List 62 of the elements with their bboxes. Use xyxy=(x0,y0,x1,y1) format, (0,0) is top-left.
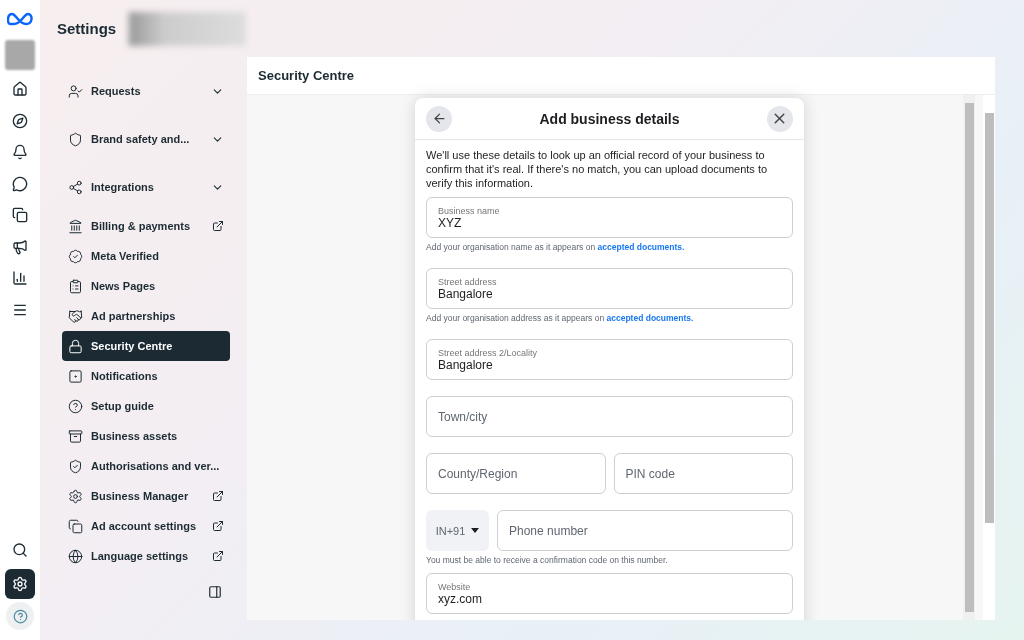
help-text: Add your organisation name as it appears on accepted documents. xyxy=(426,242,686,252)
text-field[interactable]: Website xyz.com xyxy=(426,573,793,614)
sidebar-item[interactable]: Notifications xyxy=(62,361,230,391)
archive-icon xyxy=(68,428,83,444)
external-link-icon xyxy=(212,550,224,562)
close-button[interactable] xyxy=(767,105,793,132)
text-field[interactable]: Town/city xyxy=(426,396,793,437)
help-button[interactable] xyxy=(6,602,34,630)
sidebar-item[interactable]: Business assets xyxy=(62,421,230,451)
help-icon xyxy=(12,608,28,624)
globe-icon xyxy=(68,548,83,564)
sidebar-item[interactable]: Security Centre xyxy=(62,331,230,361)
scrollbar[interactable] xyxy=(963,95,975,620)
external-link-icon xyxy=(212,220,224,232)
sidebar-item[interactable]: Authorisations and ver... xyxy=(62,451,230,481)
network-icon xyxy=(68,179,83,195)
clipboard-icon xyxy=(68,278,83,294)
text-field[interactable]: PIN code xyxy=(613,453,793,494)
sidebar-item[interactable]: Ad partnerships xyxy=(62,301,230,331)
logo-icon[interactable] xyxy=(7,12,33,26)
help-text: Add your organisation address as it appears on accepted documents. xyxy=(426,313,695,323)
notification-icon xyxy=(68,368,83,384)
gear-icon xyxy=(68,488,83,504)
phone-field[interactable]: Phone number xyxy=(497,510,793,551)
text-field[interactable]: Street address Bangalore xyxy=(426,268,793,309)
person-icon xyxy=(68,83,83,99)
sidebar-item[interactable]: Meta Verified xyxy=(62,241,230,271)
sidebar-item[interactable]: Brand safety and... xyxy=(62,115,230,163)
scrollbar[interactable] xyxy=(983,95,995,620)
dialog-title: Add business details xyxy=(539,110,680,127)
caret-icon xyxy=(471,528,480,533)
text-field[interactable]: Business name XYZ xyxy=(426,197,793,238)
lock-icon xyxy=(68,338,83,354)
intro-text: We'll use these details to look up an official record of your business to confirm that it's real. If there's no match, you can upload documents to verify this information. xyxy=(426,148,769,190)
documents-link[interactable]: accepted documents. xyxy=(597,242,685,252)
sidebar-item[interactable]: Language settings xyxy=(62,541,230,571)
back-button[interactable] xyxy=(426,105,452,132)
sidebar-item[interactable]: Business Manager xyxy=(62,481,230,511)
text-field[interactable]: County/Region xyxy=(426,453,606,494)
help-icon xyxy=(68,398,83,414)
shield-icon xyxy=(68,131,83,147)
country-code-dropdown[interactable]: IN+91 xyxy=(426,510,489,551)
sidebar-item[interactable]: Requests xyxy=(62,67,230,115)
back-icon xyxy=(431,111,447,126)
bank-icon xyxy=(68,218,83,234)
sidebar-item[interactable]: Setup guide xyxy=(62,391,230,421)
handshake-icon xyxy=(68,308,83,324)
copy-icon xyxy=(68,518,83,534)
sidebar-item[interactable]: Billing & payments xyxy=(62,211,230,241)
shield-check-icon xyxy=(68,458,83,474)
text-field[interactable]: Street address 2/Locality Bangalore xyxy=(426,339,793,380)
sidebar-item[interactable]: Integrations xyxy=(62,163,230,211)
badge-check-icon xyxy=(68,248,83,264)
page-title: Settings xyxy=(57,20,117,37)
sidebar-item[interactable]: Ad account settings xyxy=(62,511,230,541)
settings-icon[interactable] xyxy=(5,568,35,599)
documents-link[interactable]: accepted documents. xyxy=(606,313,694,323)
collapse-icon[interactable] xyxy=(208,585,222,599)
external-link-icon xyxy=(212,520,224,532)
external-link-icon xyxy=(212,490,224,502)
help-text: You must be able to receive a confirmation code on this number. xyxy=(426,555,669,565)
sidebar-item[interactable]: News Pages xyxy=(62,271,230,301)
